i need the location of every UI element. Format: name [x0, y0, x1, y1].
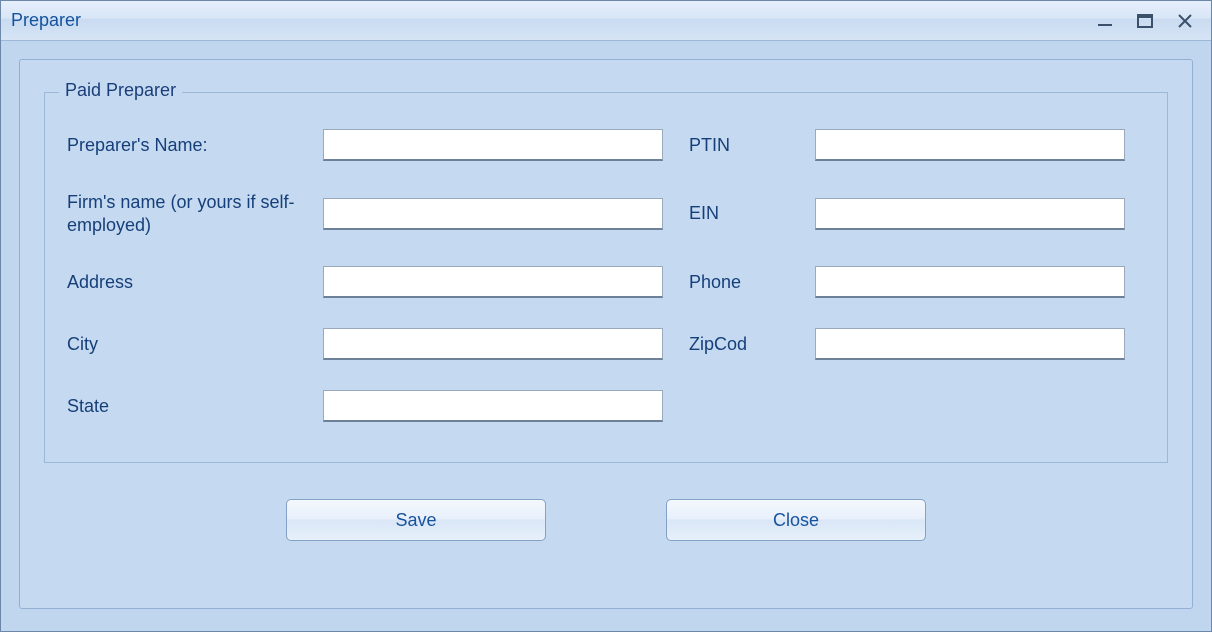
label-ein: EIN	[689, 202, 789, 225]
input-city[interactable]	[323, 328, 663, 360]
input-address[interactable]	[323, 266, 663, 298]
group-legend: Paid Preparer	[59, 80, 182, 101]
window-controls	[1093, 9, 1203, 33]
label-state: State	[67, 395, 297, 418]
input-preparer-name[interactable]	[323, 129, 663, 161]
label-address: Address	[67, 271, 297, 294]
form-grid: Preparer's Name: PTIN Firm's name (or yo…	[67, 129, 1145, 422]
input-state[interactable]	[323, 390, 663, 422]
close-window-button[interactable]	[1173, 9, 1197, 33]
maximize-icon	[1136, 12, 1154, 30]
paid-preparer-group: Paid Preparer Preparer's Name: PTIN Firm…	[44, 92, 1168, 463]
label-phone: Phone	[689, 271, 789, 294]
save-button[interactable]: Save	[286, 499, 546, 541]
window-title: Preparer	[9, 10, 1093, 31]
label-zipcode: ZipCod	[689, 333, 789, 356]
input-ptin[interactable]	[815, 129, 1125, 161]
titlebar: Preparer	[1, 1, 1211, 41]
minimize-button[interactable]	[1093, 9, 1117, 33]
client-area: Paid Preparer Preparer's Name: PTIN Firm…	[1, 41, 1211, 631]
close-icon	[1176, 12, 1194, 30]
main-panel: Paid Preparer Preparer's Name: PTIN Firm…	[19, 59, 1193, 609]
close-button[interactable]: Close	[666, 499, 926, 541]
input-firm-name[interactable]	[323, 198, 663, 230]
label-ptin: PTIN	[689, 134, 789, 157]
label-city: City	[67, 333, 297, 356]
buttons-row: Save Close	[44, 499, 1168, 541]
label-firm-name: Firm's name (or yours if self-employed)	[67, 191, 297, 236]
preparer-window: Preparer Paid Preparer Preparer's Name: …	[0, 0, 1212, 632]
maximize-button[interactable]	[1133, 9, 1157, 33]
input-ein[interactable]	[815, 198, 1125, 230]
minimize-icon	[1096, 12, 1114, 30]
input-phone[interactable]	[815, 266, 1125, 298]
label-preparer-name: Preparer's Name:	[67, 134, 297, 157]
input-zipcode[interactable]	[815, 328, 1125, 360]
